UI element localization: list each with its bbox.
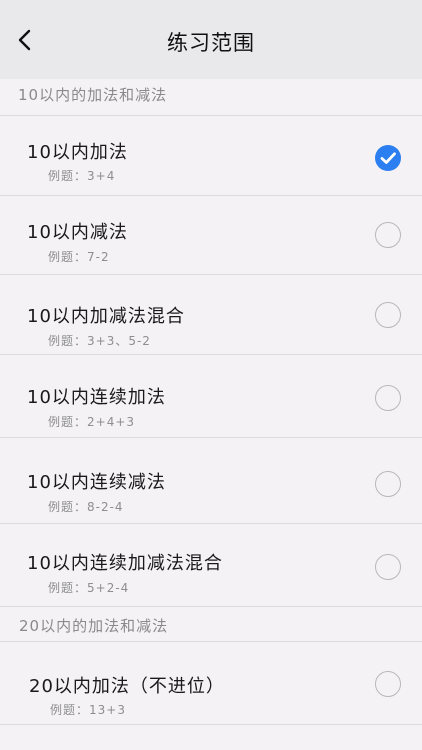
section-header-row: 20以内的加法和减法 — [0, 606, 422, 641]
option-example: 例题：5+2-4 — [48, 581, 130, 595]
option-10-addition[interactable]: 10以内加法 例题：3+4 — [0, 115, 422, 195]
option-10-continuous-mixed[interactable]: 10以内连续加减法混合 例题：5+2-4 — [0, 523, 422, 606]
option-20-addition-no-carry[interactable]: 20以内加法（不进位） 例题：13+3 — [0, 641, 422, 724]
option-10-continuous-subtraction[interactable]: 10以内连续减法 例题：8-2-4 — [0, 437, 422, 523]
option-example: 例题：3+4 — [48, 169, 116, 183]
option-title: 10以内加减法混合 — [27, 306, 185, 327]
radio-unchecked-icon[interactable] — [375, 222, 401, 248]
option-title: 20以内加法（不进位） — [29, 676, 225, 697]
section-header-10: 10以内的加法和减法 — [18, 86, 168, 104]
radio-unchecked-icon[interactable] — [375, 671, 401, 697]
option-10-mixed[interactable]: 10以内加减法混合 例题：3+3、5-2 — [0, 274, 422, 354]
option-title: 10以内加法 — [27, 142, 128, 163]
radio-unchecked-icon[interactable] — [375, 554, 401, 580]
list-item-partial — [0, 724, 422, 750]
option-title: 10以内连续减法 — [27, 472, 166, 493]
option-example: 例题：13+3 — [50, 703, 126, 717]
option-example: 例题：3+3、5-2 — [48, 334, 151, 348]
checkmark-icon — [380, 152, 396, 164]
option-title: 10以内连续加法 — [27, 387, 166, 408]
option-example: 例题：8-2-4 — [48, 500, 124, 514]
radio-checked-icon[interactable] — [375, 145, 401, 171]
radio-unchecked-icon[interactable] — [375, 302, 401, 328]
option-title: 10以内连续加减法混合 — [27, 553, 223, 574]
option-title: 10以内减法 — [27, 222, 128, 243]
practice-range-screen: 练习范围 10以内的加法和减法 10以内加法 例题：3+4 10以内减法 例题：… — [0, 0, 422, 750]
option-example: 例题：2+4+3 — [48, 415, 136, 429]
page-title: 练习范围 — [167, 31, 255, 55]
nav-bar: 练习范围 — [0, 0, 422, 79]
option-10-subtraction[interactable]: 10以内减法 例题：7-2 — [0, 195, 422, 274]
section-header-20: 20以内的加法和减法 — [19, 617, 169, 635]
radio-unchecked-icon[interactable] — [375, 385, 401, 411]
option-10-continuous-addition[interactable]: 10以内连续加法 例题：2+4+3 — [0, 354, 422, 437]
option-example: 例题：7-2 — [48, 250, 110, 264]
radio-unchecked-icon[interactable] — [375, 471, 401, 497]
